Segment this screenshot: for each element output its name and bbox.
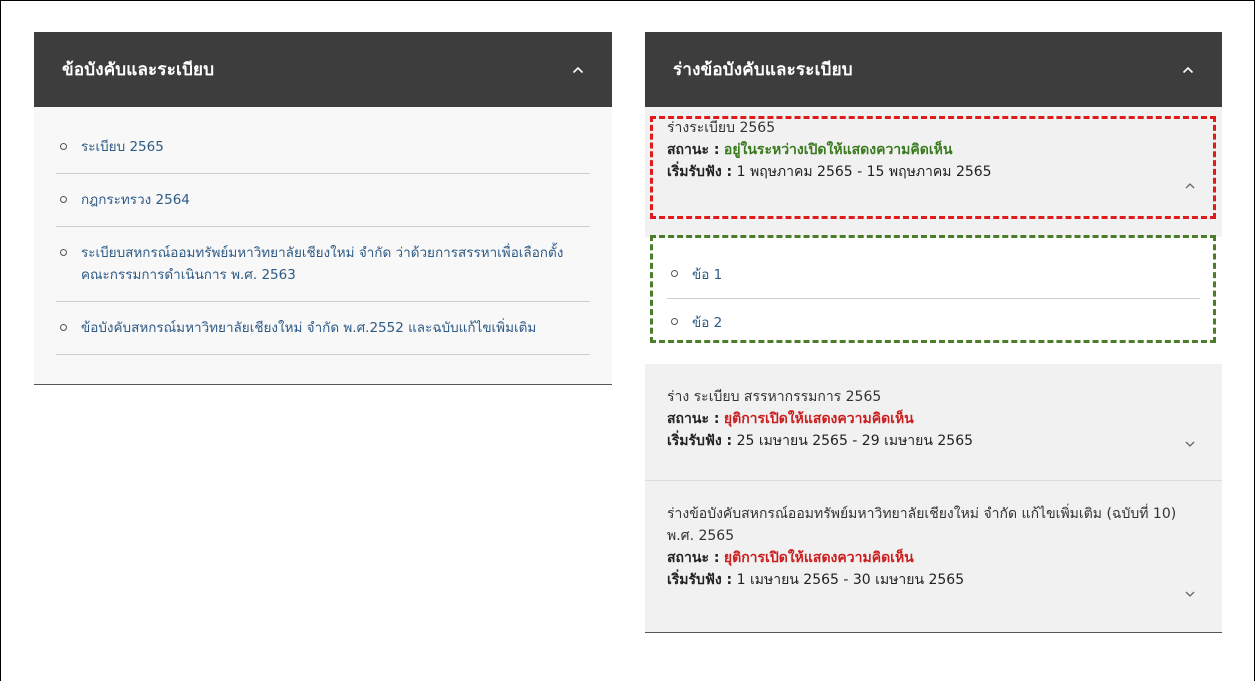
regulations-list: ระเบียบ 2565 กฎกระทรวง 2564 ระเบียบสหกรณ… <box>34 107 612 385</box>
draft-accordion-item[interactable]: ร่างข้อบังคับสหกรณ์ออมทรัพย์มหาวิทยาลัยเ… <box>645 481 1222 633</box>
draft-status-row: สถานะ : ยุติการเปิดให้แสดงความคิดเห็น <box>667 408 1200 430</box>
draft-panel-header[interactable]: ร่างข้อบังคับและระเบียบ <box>645 32 1222 107</box>
regulation-link[interactable]: ระเบียบสหกรณ์ออมทรัพย์มหาวิทยาลัยเชียงให… <box>81 242 590 286</box>
chevron-down-icon[interactable] <box>1184 588 1196 600</box>
circle-bullet-icon <box>60 324 67 331</box>
circle-bullet-icon <box>60 143 67 150</box>
draft-title: ร่าง ระเบียบ สรรหากรรมการ 2565 <box>667 389 882 405</box>
chevron-up-icon[interactable] <box>1182 64 1194 76</box>
draft-panel-title: ร่างข้อบังคับและระเบียบ <box>673 60 853 80</box>
draft-status: ยุติการเปิดให้แสดงความคิดเห็น <box>723 550 914 566</box>
chevron-down-icon[interactable] <box>1184 438 1196 450</box>
start-label: เริ่มรับฟัง : <box>667 433 733 449</box>
draft-title: ร่างข้อบังคับสหกรณ์ออมทรัพย์มหาวิทยาลัยเ… <box>667 506 1177 544</box>
regulations-panel: ข้อบังคับและระเบียบ ระเบียบ 2565 กฎกระทร… <box>34 32 612 385</box>
draft-dates-row: เริ่มรับฟัง : 1 เมษายน 2565 - 30 เมษายน … <box>667 569 1200 591</box>
draft-dates: 25 เมษายน 2565 - 29 เมษายน 2565 <box>736 433 974 449</box>
circle-bullet-icon <box>60 249 67 256</box>
list-item[interactable]: ข้อบังคับสหกรณ์มหาวิทยาลัยเชียงใหม่ จำกั… <box>56 302 590 355</box>
start-label: เริ่มรับฟัง : <box>667 572 733 588</box>
draft-dates: 1 เมษายน 2565 - 30 เมษายน 2565 <box>736 572 965 588</box>
highlight-box-draft-sections <box>650 235 1216 343</box>
regulation-link[interactable]: ระเบียบ 2565 <box>81 136 164 158</box>
regulation-link[interactable]: ข้อบังคับสหกรณ์มหาวิทยาลัยเชียงใหม่ จำกั… <box>81 317 536 339</box>
draft-status: ยุติการเปิดให้แสดงความคิดเห็น <box>723 411 914 427</box>
list-item[interactable]: ระเบียบ 2565 <box>56 121 590 174</box>
status-label: สถานะ : <box>667 550 720 566</box>
list-item[interactable]: ระเบียบสหกรณ์ออมทรัพย์มหาวิทยาลัยเชียงให… <box>56 227 590 302</box>
draft-dates-row: เริ่มรับฟัง : 25 เมษายน 2565 - 29 เมษายน… <box>667 430 1200 452</box>
regulation-link[interactable]: กฎกระทรวง 2564 <box>81 189 190 211</box>
regulations-panel-title: ข้อบังคับและระเบียบ <box>62 60 215 80</box>
regulations-panel-header[interactable]: ข้อบังคับและระเบียบ <box>34 32 612 107</box>
highlight-box-draft-header <box>650 116 1216 219</box>
circle-bullet-icon <box>60 196 67 203</box>
chevron-up-icon[interactable] <box>572 64 584 76</box>
draft-accordion-item[interactable]: ร่าง ระเบียบ สรรหากรรมการ 2565 สถานะ : ย… <box>645 364 1222 481</box>
status-label: สถานะ : <box>667 411 720 427</box>
draft-status-row: สถานะ : ยุติการเปิดให้แสดงความคิดเห็น <box>667 547 1200 569</box>
list-item[interactable]: กฎกระทรวง 2564 <box>56 174 590 227</box>
